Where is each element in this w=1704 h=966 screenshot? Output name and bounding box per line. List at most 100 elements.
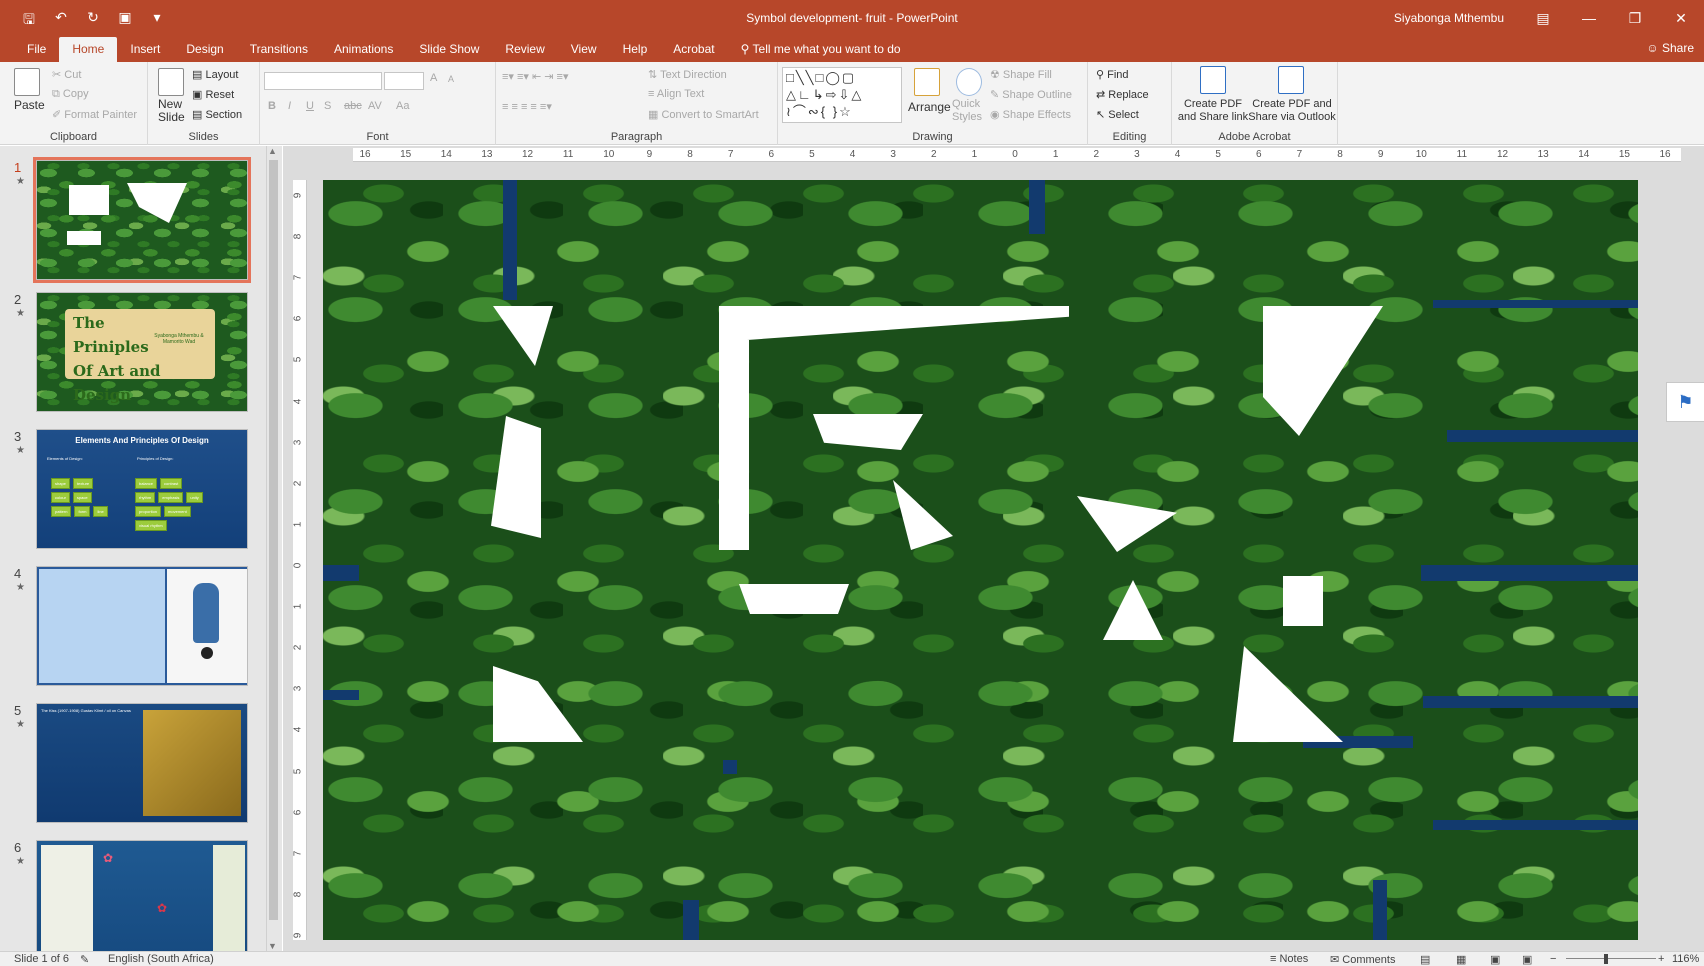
arrange-icon bbox=[914, 68, 940, 96]
spell-check-icon[interactable]: ✎ bbox=[80, 953, 89, 966]
language-indicator[interactable]: English (South Africa) bbox=[108, 953, 214, 965]
ruler-tick: 5 bbox=[1215, 149, 1221, 160]
reading-view-icon[interactable]: ▣ bbox=[1490, 953, 1500, 966]
minimize-icon[interactable]: — bbox=[1566, 0, 1612, 36]
slide-thumbnail-6[interactable]: 6 ★ ✿ ✿ bbox=[0, 840, 270, 951]
convert-smartart-button[interactable]: ▦ Convert to SmartArt bbox=[648, 108, 759, 121]
vertical-ruler: 9 8 7 6 5 4 3 2 1 0 1 2 3 4 5 6 7 8 9 bbox=[292, 180, 307, 940]
new-slide-icon bbox=[158, 68, 184, 96]
shadow-button[interactable]: S bbox=[324, 100, 331, 112]
font-size-box[interactable] bbox=[384, 72, 424, 90]
ruler-tick: 4 bbox=[849, 149, 856, 160]
tab-design[interactable]: Design bbox=[173, 37, 236, 62]
underline-button[interactable]: U bbox=[306, 100, 314, 112]
text-direction-button[interactable]: ⇅ Text Direction bbox=[648, 68, 727, 81]
scroll-up-icon[interactable]: ▲ bbox=[268, 146, 277, 156]
ruler-tick: 10 bbox=[1415, 149, 1427, 160]
change-case-button[interactable]: Aa bbox=[396, 100, 409, 112]
replace-button[interactable]: ⇄ Replace bbox=[1096, 88, 1149, 101]
alignment-icons[interactable]: ≡ ≡ ≡ ≡ ≡▾ bbox=[502, 100, 552, 113]
normal-view-icon[interactable]: ▤ bbox=[1420, 953, 1430, 966]
close-icon[interactable]: ✕ bbox=[1658, 0, 1704, 36]
new-slide-button[interactable]: New Slide bbox=[158, 98, 185, 124]
create-pdf-share-outlook-button[interactable]: Create PDF and Share via Outlook bbox=[1248, 98, 1336, 124]
slide-thumbnail-3[interactable]: 3 ★ Elements And Principles Of Design El… bbox=[0, 429, 270, 554]
slide-thumbnail-1[interactable]: 1 ★ bbox=[0, 157, 270, 285]
font-name-box[interactable] bbox=[264, 72, 382, 90]
layout-button[interactable]: ▤ Layout bbox=[192, 68, 238, 81]
create-pdf-share-link-button[interactable]: Create PDF and Share link bbox=[1176, 98, 1250, 124]
white-cutout bbox=[1283, 576, 1323, 626]
slide-thumbnail-2[interactable]: 2 ★ The Priniples Of Art and Design Syab… bbox=[0, 292, 270, 417]
share-button[interactable]: ☺ Share bbox=[1646, 41, 1694, 55]
horizontal-ruler: 16 15 14 13 12 11 10 9 8 7 6 5 4 3 2 1 0 1 2 3 4 5 6 7 8 9 10 11 12 1… bbox=[353, 148, 1681, 162]
concept-box: contrast bbox=[160, 478, 183, 489]
tab-insert[interactable]: Insert bbox=[117, 37, 173, 62]
slide-thumbnail-5[interactable]: 5 ★ The Kiss (1907-1908) Gustav Klimt / … bbox=[0, 703, 270, 828]
user-name[interactable]: Siyabonga Mthembu bbox=[1394, 11, 1504, 25]
slideshow-icon[interactable]: ▣ bbox=[1522, 953, 1532, 966]
zoom-level[interactable]: 116% bbox=[1672, 953, 1699, 965]
reset-button[interactable]: ▣ Reset bbox=[192, 88, 234, 101]
slide-thumbnail-pane: 1 ★ 2 ★ The Priniples Of Art and Design … bbox=[0, 146, 282, 951]
paste-button[interactable]: Paste bbox=[14, 98, 45, 112]
scroll-down-icon[interactable]: ▼ bbox=[268, 941, 277, 951]
blue-stripe bbox=[1423, 696, 1638, 708]
slide-thumbnail-4[interactable]: 4 ★ bbox=[0, 566, 270, 691]
bold-button[interactable]: B bbox=[268, 100, 276, 112]
comments-button[interactable]: ✉ Comments bbox=[1330, 953, 1395, 966]
tab-review[interactable]: Review bbox=[492, 37, 557, 62]
find-button[interactable]: ⚲ Find bbox=[1096, 68, 1129, 81]
tab-animations[interactable]: Animations bbox=[321, 37, 406, 62]
zoom-in-icon[interactable]: + bbox=[1658, 953, 1664, 965]
font-group-label: Font bbox=[366, 131, 389, 143]
char-spacing-button[interactable]: AV bbox=[368, 100, 382, 112]
tab-file[interactable]: File bbox=[14, 37, 59, 62]
tab-slide-show[interactable]: Slide Show bbox=[406, 37, 492, 62]
align-text-button[interactable]: ≡ Align Text bbox=[648, 88, 704, 100]
tab-home[interactable]: Home bbox=[59, 37, 118, 62]
bullets-icon[interactable]: ≡▾ ≡▾ ⇤ ⇥ ≡▾ bbox=[502, 70, 568, 83]
scrollbar-thumb[interactable] bbox=[269, 160, 278, 920]
ribbon-display-icon[interactable]: ▤ bbox=[1520, 0, 1566, 36]
copy-button[interactable]: ⧉ Copy bbox=[52, 88, 89, 101]
thumbnail-title: The Priniples Of Art and Design bbox=[73, 314, 161, 404]
tab-transitions[interactable]: Transitions bbox=[237, 37, 321, 62]
notes-button[interactable]: ≡ Notes bbox=[1270, 953, 1308, 965]
tab-acrobat[interactable]: Acrobat bbox=[660, 37, 727, 62]
thumbnail-scrollbar[interactable]: ▲ ▼ bbox=[266, 146, 280, 951]
section-button[interactable]: ▤ Section bbox=[192, 108, 242, 121]
cut-button[interactable]: ✂ Cut bbox=[52, 68, 81, 81]
grow-font-button[interactable]: A bbox=[430, 72, 437, 84]
ruler-tick: 4 bbox=[1174, 149, 1181, 160]
ruler-tick: 7 bbox=[292, 850, 304, 857]
tell-me-search[interactable]: ⚲ Tell me what you want to do bbox=[728, 37, 914, 62]
clipboard-group: Paste ✂ Cut ⧉ Copy ✐ Format Painter Clip… bbox=[0, 62, 148, 145]
zoom-slider[interactable] bbox=[1566, 958, 1656, 959]
concept-box: pattern bbox=[51, 506, 72, 517]
ruler-tick: 7 bbox=[1296, 149, 1303, 160]
bookmark-icon[interactable]: ⚑ bbox=[1666, 382, 1704, 422]
concept-box: unity bbox=[186, 492, 203, 503]
tab-help[interactable]: Help bbox=[610, 37, 661, 62]
format-painter-button[interactable]: ✐ Format Painter bbox=[52, 108, 137, 121]
tab-view[interactable]: View bbox=[558, 37, 610, 62]
ruler-tick: 6 bbox=[1255, 149, 1262, 160]
current-slide[interactable] bbox=[323, 180, 1638, 940]
shape-outline-button[interactable]: ✎ Shape Outline bbox=[990, 88, 1072, 101]
zoom-slider-thumb[interactable] bbox=[1604, 954, 1608, 964]
quick-styles-button[interactable]: Quick Styles bbox=[952, 98, 982, 124]
arrange-button[interactable]: Arrange bbox=[908, 100, 951, 114]
slide-sorter-icon[interactable]: ▦ bbox=[1456, 953, 1466, 966]
shrink-font-button[interactable]: A bbox=[448, 74, 454, 84]
shape-effects-button[interactable]: ◉ Shape Effects bbox=[990, 108, 1071, 121]
shape-fill-button[interactable]: ☢ Shape Fill bbox=[990, 68, 1052, 81]
italic-button[interactable]: I bbox=[288, 100, 291, 112]
quick-styles-icon bbox=[956, 68, 982, 96]
select-button[interactable]: ↖ Select bbox=[1096, 108, 1139, 121]
zoom-out-icon[interactable]: − bbox=[1550, 953, 1556, 965]
pdf-link-icon bbox=[1200, 66, 1226, 94]
restore-icon[interactable]: ❐ bbox=[1612, 0, 1658, 36]
shapes-gallery[interactable]: □╲╲□◯▢ △∟↳⇨⇩△ ≀⌒∾{ }☆ bbox=[782, 67, 902, 123]
strikethrough-button[interactable]: abc bbox=[344, 100, 362, 112]
